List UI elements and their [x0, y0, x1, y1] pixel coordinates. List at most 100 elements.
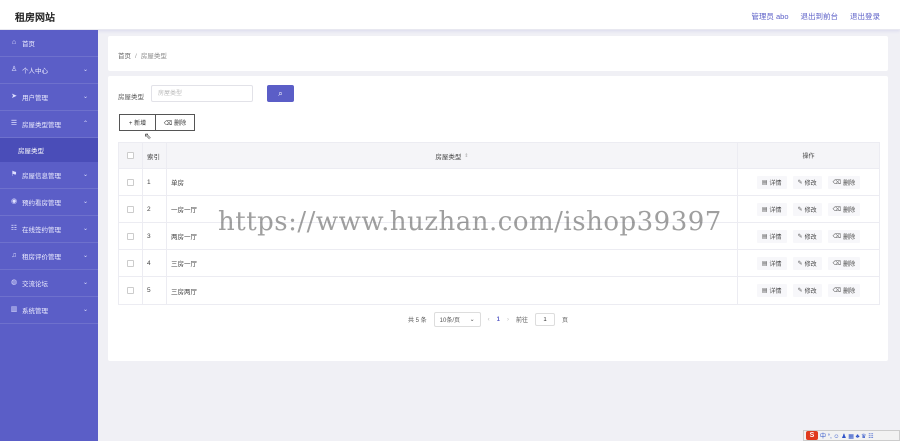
sidebar-item-9[interactable]: ▥ 系统管理 ⌄ [0, 297, 98, 324]
row-index: 3 [143, 223, 167, 249]
row-checkbox[interactable] [127, 232, 134, 240]
page-size-select[interactable]: 10条/页 ⌄ [433, 312, 481, 327]
chevron-down-icon: ⌄ [82, 280, 88, 286]
search-label: 房屋类型 [118, 94, 144, 101]
breadcrumb-card: 首页 / 房屋类型 [108, 36, 888, 71]
nav-admin-user[interactable]: 管理员 abo [751, 11, 788, 22]
select-all-checkbox[interactable] [127, 152, 134, 159]
document-icon: ▤ [761, 179, 768, 186]
chevron-down-icon: ⌄ [82, 94, 88, 100]
nav-logout[interactable]: 退出登录 [850, 11, 880, 22]
delete-row-button[interactable]: ⌫ 删除 [827, 202, 861, 216]
sidebar-item-6[interactable]: ☷ 在线签约管理 ⌄ [0, 216, 98, 243]
main-content: 首页/房屋类型 房屋类型 ⌕ + 新增 ⌫ 删除 ⇖ 索引 房屋类型⇕ 操作 1… [98, 30, 900, 441]
chevron-down-icon: ⌄ [82, 226, 88, 232]
house-type-table: 索引 房屋类型 ⇕ 操作 1 单房 ▤ 详情 ✎ 修改 ⌫ 删除 2 一房一厅 ▤ 详情 ✎ 修改 ⌫ 删除 3 两… [118, 142, 880, 305]
sidebar-item-2[interactable]: ➤ 用户管理 ⌄ [0, 84, 98, 111]
delete-row-button[interactable]: ⌫ 删除 [827, 175, 861, 189]
pencil-icon: ✎ [797, 260, 803, 267]
chevron-down-icon: ⌄ [82, 172, 88, 178]
sidebar-item-1[interactable]: ♙ 个人中心 ⌄ [0, 57, 98, 84]
sidebar-item-label: 房屋信息管理 [22, 173, 61, 180]
delete-row-button[interactable]: ⌫ 删除 [827, 284, 861, 297]
sort-icon[interactable]: ⇕ [464, 153, 468, 159]
trash-icon: ⌫ [832, 206, 842, 213]
document-icon: ▤ [761, 233, 768, 240]
row-index: 1 [143, 169, 167, 195]
chevron-up-icon: ⌃ [82, 121, 88, 127]
detail-button[interactable]: ▤ 详情 [756, 256, 787, 270]
search-icon: ⌕ [278, 89, 283, 98]
delete-button[interactable]: ⌫ 删除 [156, 114, 195, 131]
sidebar-item-7[interactable]: ♫ 租房评价管理 ⌄ [0, 243, 98, 270]
detail-button[interactable]: ▤ 详情 [756, 175, 787, 189]
table-row: 1 单房 ▤ 详情 ✎ 修改 ⌫ 删除 [119, 169, 879, 196]
pencil-icon: ✎ [797, 179, 803, 186]
detail-button[interactable]: ▤ 详情 [756, 284, 787, 297]
sidebar-item-label: 租房评价管理 [22, 254, 61, 261]
row-index: 4 [143, 250, 167, 276]
sidebar: ⌂ 首页 ♙ 个人中心 ⌄ ➤ 用户管理 ⌄ ☰ 房屋类型管理 ⌃ 房屋类型 ⚑ 房屋信息管理 ⌄ ◉ 预约看房… [0, 30, 98, 441]
chart-icon: ▥ [10, 306, 18, 313]
sidebar-item-8[interactable]: ◍ 交流论坛 ⌄ [0, 270, 98, 297]
edit-button[interactable]: ✎ 修改 [792, 284, 822, 297]
trash-icon: ⌫ [832, 288, 842, 294]
row-checkbox[interactable] [127, 205, 134, 213]
header-type[interactable]: 房屋类型 ⇕ [167, 143, 738, 168]
sidebar-item-label: 首页 [22, 41, 35, 48]
sidebar-item-0[interactable]: ⌂ 首页 [0, 30, 98, 57]
delete-row-button[interactable]: ⌫ 删除 [827, 229, 861, 243]
pagination: 共 5 条 10条/页⌄ ‹ 1 › 前往 页 [408, 312, 568, 327]
detail-button[interactable]: ▤ 详情 [756, 202, 787, 216]
sidebar-item-label: 预约看房管理 [22, 200, 61, 207]
sogou-logo-icon[interactable]: S [806, 431, 818, 440]
list-icon: ☰ [10, 120, 18, 127]
delete-row-button[interactable]: ⌫ 删除 [827, 256, 861, 270]
edit-button[interactable]: ✎ 修改 [792, 229, 822, 243]
row-ops: ▤ 详情 ✎ 修改 ⌫ 删除 [738, 169, 879, 195]
chat-icon: ◍ [10, 279, 18, 286]
chevron-down-icon: ⌄ [469, 317, 475, 323]
site-brand: 租房网站 [15, 13, 55, 24]
pencil-icon: ✎ [797, 233, 803, 240]
edit-button[interactable]: ✎ 修改 [792, 256, 822, 270]
row-checkbox[interactable] [127, 287, 134, 294]
grid-icon: ☷ [10, 225, 18, 232]
search-input[interactable] [151, 85, 253, 102]
row-type: 三房两厅 [167, 277, 738, 304]
row-index: 2 [143, 196, 167, 222]
search-button[interactable]: ⌕ [267, 85, 294, 102]
document-icon: ▤ [761, 288, 768, 294]
table-row: 3 两房一厅 ▤ 详情 ✎ 修改 ⌫ 删除 [119, 223, 879, 250]
user-icon: ♙ [10, 66, 18, 73]
flag-icon: ⚑ [10, 171, 18, 178]
sidebar-item-3[interactable]: ☰ 房屋类型管理 ⌃ [0, 111, 98, 138]
tray-icons[interactable]: 中 °, ☺ ♟ ▦ ♣ ♛ ☷ [820, 431, 874, 440]
row-checkbox[interactable] [127, 178, 134, 186]
chevron-down-icon: ⌄ [82, 253, 88, 259]
page-number[interactable]: 1 [497, 317, 500, 323]
add-button[interactable]: + 新增 [119, 114, 156, 131]
row-type: 单房 [167, 169, 738, 195]
edit-button[interactable]: ✎ 修改 [792, 175, 822, 189]
next-page-icon[interactable]: › [507, 317, 509, 323]
sidebar-item-label: 个人中心 [22, 68, 48, 75]
nav-back-to-front[interactable]: 退出到前台 [801, 11, 839, 22]
trash-icon: ⌫ [832, 179, 842, 186]
prev-page-icon[interactable]: ‹ [488, 317, 490, 323]
edit-button[interactable]: ✎ 修改 [792, 202, 822, 216]
table-header: 索引 房屋类型 ⇕ 操作 [119, 143, 879, 169]
sidebar-item-4[interactable]: ⚑ 房屋信息管理 ⌄ [0, 162, 98, 189]
detail-button[interactable]: ▤ 详情 [756, 229, 787, 243]
row-ops: ▤ 详情 ✎ 修改 ⌫ 删除 [738, 196, 879, 222]
row-checkbox[interactable] [127, 259, 134, 267]
sidebar-subitem-house-type[interactable]: 房屋类型 [0, 138, 98, 162]
top-bar: 租房网站 管理员 abo 退出到前台 退出登录 [0, 0, 900, 30]
sidebar-item-5[interactable]: ◉ 预约看房管理 ⌄ [0, 189, 98, 216]
breadcrumb-home[interactable]: 首页 [118, 53, 131, 60]
sidebar-item-label: 房屋类型管理 [22, 122, 61, 129]
ime-tray: S 中 °, ☺ ♟ ▦ ♣ ♛ ☷ [803, 430, 900, 441]
sidebar-item-label: 在线签约管理 [22, 227, 61, 234]
header-index: 索引 [143, 143, 167, 168]
goto-input[interactable] [535, 313, 556, 326]
